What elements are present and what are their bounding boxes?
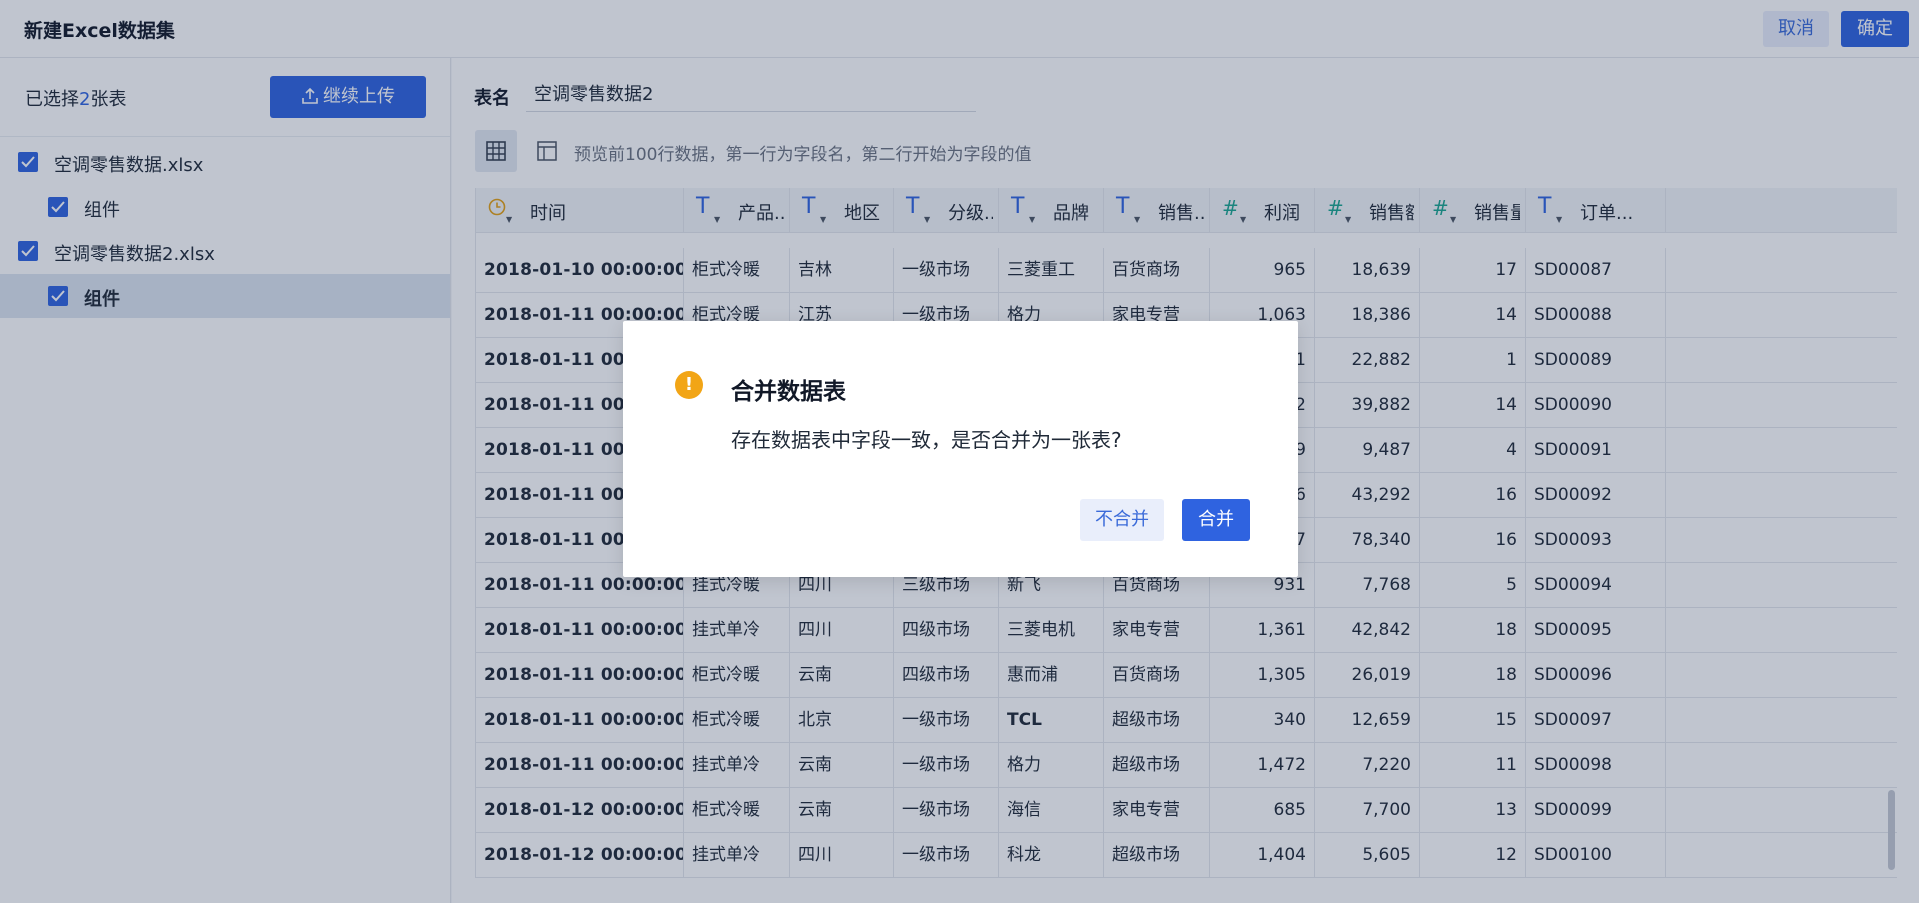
dialog-message: 存在数据表中字段一致，是否合并为一张表? <box>731 428 1122 452</box>
merge-button[interactable]: 合并 <box>1182 499 1250 541</box>
warning-icon: ! <box>675 371 703 399</box>
merge-dialog: ! 合并数据表 存在数据表中字段一致，是否合并为一张表? 不合并 合并 <box>623 321 1298 577</box>
no-merge-button[interactable]: 不合并 <box>1080 499 1164 541</box>
dialog-title: 合并数据表 <box>731 379 846 405</box>
